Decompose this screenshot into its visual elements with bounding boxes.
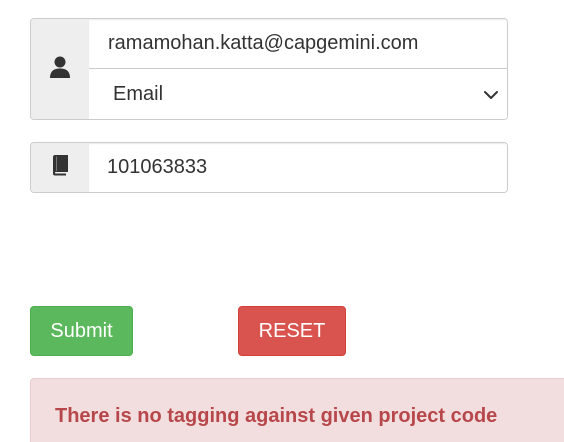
book-icon (50, 154, 70, 181)
project-code-input-group: 101063833 (30, 142, 508, 193)
user-icon (49, 55, 71, 84)
user-addon (31, 19, 90, 119)
email-input[interactable]: ramamohan.katta@capgemini.com (89, 19, 507, 69)
reset-button[interactable]: RESET (238, 306, 346, 356)
lookup-type-value: Email (113, 82, 164, 105)
error-alert: There is no tagging against given projec… (30, 378, 564, 442)
user-input-group: ramamohan.katta@capgemini.com Email (30, 18, 508, 120)
chevron-down-icon (483, 86, 499, 102)
project-code-value: 101063833 (107, 156, 208, 178)
email-value: ramamohan.katta@capgemini.com (108, 32, 419, 54)
lookup-type-select[interactable]: Email (89, 69, 507, 119)
project-addon (31, 143, 90, 192)
submit-button[interactable]: Submit (30, 306, 133, 356)
error-message: There is no tagging against given projec… (55, 405, 498, 427)
project-code-input[interactable]: 101063833 (89, 143, 507, 192)
